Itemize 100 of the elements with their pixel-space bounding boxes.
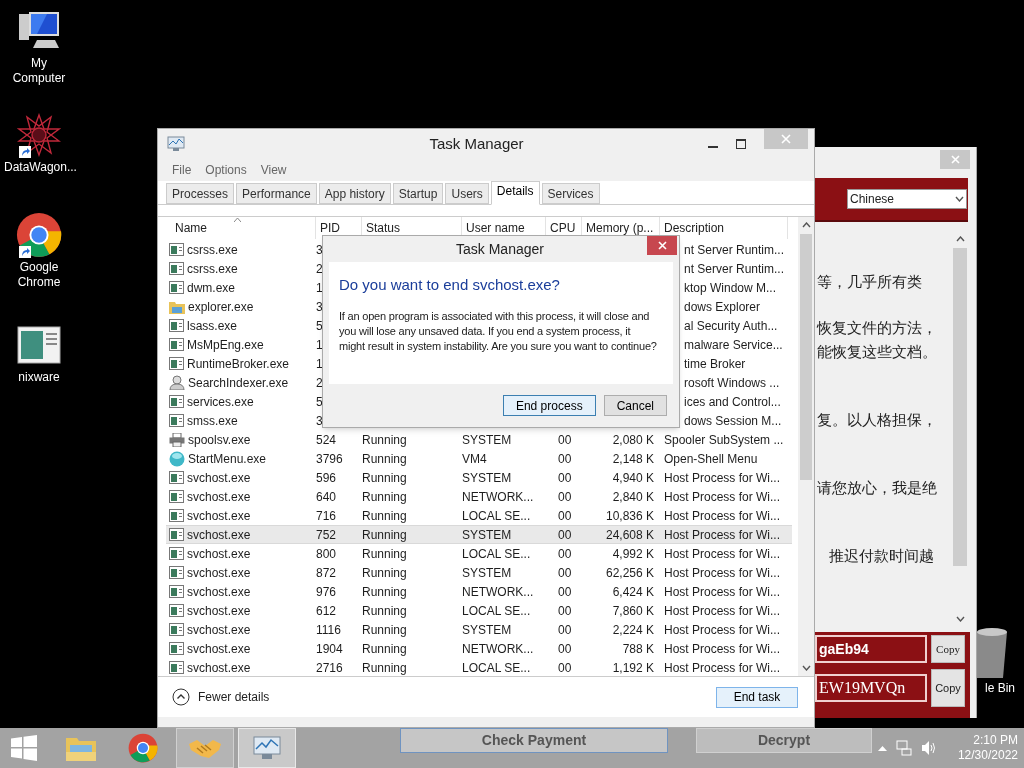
description-cell: Host Process for Wi...: [664, 508, 781, 523]
pid-cell: 612: [316, 603, 337, 618]
user-cell: SYSTEM: [462, 527, 512, 542]
description-cell: nt Server Runtim...: [684, 242, 785, 257]
cpu-cell: 00: [558, 451, 572, 466]
cpu-cell: 00: [558, 546, 572, 561]
memory-cell: 788 K: [622, 641, 654, 656]
pid-cell: 3: [316, 242, 323, 257]
process-name: spoolsv.exe: [188, 431, 251, 449]
status-cell: Running: [362, 508, 407, 523]
user-cell: SYSTEM: [462, 622, 512, 637]
user-cell: NETWORK...: [462, 641, 534, 656]
description-cell: Host Process for Wi...: [664, 584, 781, 599]
cpu-cell: 00: [558, 622, 572, 637]
description-cell: Host Process for Wi...: [664, 470, 781, 485]
process-name: svchost.exe: [187, 602, 251, 620]
cpu-cell: 00: [558, 584, 572, 599]
status-cell: Running: [362, 432, 407, 447]
ransom-text-line: 能恢复这些文档。: [817, 342, 938, 362]
pid-cell: 716: [316, 508, 337, 523]
ransom-text-line: 请您放心，我是绝: [817, 478, 938, 498]
pid-cell: 3796: [316, 451, 343, 466]
description-cell: dows Session M...: [684, 413, 782, 428]
process-name: StartMenu.exe: [188, 450, 267, 468]
user-cell: SYSTEM: [462, 470, 512, 485]
dialog-heading: Do you want to end svchost.exe?: [339, 275, 561, 295]
dialog-title: Task Manager: [455, 239, 545, 259]
pid-cell: 1: [316, 280, 323, 295]
memory-cell: 2,840 K: [612, 489, 654, 504]
description-cell: nt Server Runtim...: [684, 261, 785, 276]
description-cell: Host Process for Wi...: [664, 565, 781, 580]
pid-cell: 3: [316, 413, 323, 428]
pid-cell: 2: [316, 261, 323, 276]
description-cell: Host Process for Wi...: [664, 660, 781, 675]
memory-cell: 1,192 K: [612, 660, 654, 675]
process-name: explorer.exe: [188, 298, 254, 316]
description-cell: dows Explorer: [684, 299, 761, 314]
pid-cell: 3: [316, 299, 323, 314]
memory-cell: 2,148 K: [612, 451, 654, 466]
description-cell: Host Process for Wi...: [664, 489, 781, 504]
process-name: csrss.exe: [187, 260, 238, 278]
process-name: csrss.exe: [187, 241, 238, 259]
user-cell: SYSTEM: [462, 565, 512, 580]
status-cell: Running: [362, 527, 407, 542]
description-cell: ktop Window M...: [684, 280, 777, 295]
process-name: svchost.exe: [187, 640, 251, 658]
description-cell: Host Process for Wi...: [664, 603, 781, 618]
cpu-cell: 00: [558, 603, 572, 618]
memory-cell: 2,080 K: [612, 432, 654, 447]
description-cell: Open-Shell Menu: [664, 451, 758, 466]
description-cell: Host Process for Wi...: [664, 527, 781, 542]
dialog-message: If an open program is associated with this process, it will close and you will lose any unsaved data. If you end a system process, it might result in system instability. Are you sure you want to continue?: [339, 308, 658, 354]
status-cell: Running: [362, 660, 407, 675]
process-name: smss.exe: [187, 412, 238, 430]
cpu-cell: 00: [558, 565, 572, 580]
status-cell: Running: [362, 470, 407, 485]
memory-cell: 10,836 K: [605, 508, 654, 523]
description-cell: Host Process for Wi...: [664, 622, 781, 637]
pid-cell: 2716: [316, 660, 343, 675]
cpu-cell: 00: [558, 508, 572, 523]
description-cell: time Broker: [684, 356, 746, 371]
pid-cell: 640: [316, 489, 337, 504]
memory-cell: 24,608 K: [605, 527, 654, 542]
memory-cell: 7,860 K: [612, 603, 654, 618]
pid-cell: 1116: [316, 622, 341, 637]
process-name: MsMpEng.exe: [187, 336, 264, 354]
status-cell: Running: [362, 565, 407, 580]
user-cell: SYSTEM: [462, 432, 512, 447]
process-name: RuntimeBroker.exe: [187, 355, 290, 373]
status-cell: Running: [362, 489, 407, 504]
pid-cell: 596: [316, 470, 337, 485]
process-name: SearchIndexer.exe: [188, 374, 289, 392]
description-cell: ices and Control...: [684, 394, 781, 409]
process-name: svchost.exe: [187, 564, 251, 582]
cpu-cell: 00: [558, 527, 572, 542]
window-title: Task Manager: [428, 133, 525, 154]
description-cell: al Security Auth...: [684, 318, 778, 333]
process-name: svchost.exe: [187, 659, 251, 677]
ransom-text-line: 复。以人格担保，: [817, 410, 938, 430]
process-name: svchost.exe: [187, 507, 251, 525]
memory-cell: 6,424 K: [612, 584, 654, 599]
memory-cell: 2,224 K: [612, 622, 654, 637]
user-cell: NETWORK...: [462, 584, 534, 599]
description-cell: malware Service...: [684, 337, 783, 352]
ransom-text-line: 推迟付款时间越: [828, 546, 935, 566]
process-name: svchost.exe: [187, 545, 251, 563]
status-cell: Running: [362, 603, 407, 618]
pid-cell: 524: [316, 432, 337, 447]
process-name: svchost.exe: [187, 621, 251, 639]
status-cell: Running: [362, 546, 407, 561]
user-cell: VM4: [462, 451, 487, 466]
process-name: svchost.exe: [187, 583, 251, 601]
user-cell: NETWORK...: [462, 489, 534, 504]
status-cell: Running: [362, 641, 407, 656]
user-cell: LOCAL SE...: [462, 603, 531, 618]
process-name: svchost.exe: [187, 526, 251, 544]
pid-cell: 1: [316, 337, 323, 352]
cpu-cell: 00: [558, 470, 572, 485]
user-cell: LOCAL SE...: [462, 508, 531, 523]
pid-cell: 752: [316, 527, 337, 542]
